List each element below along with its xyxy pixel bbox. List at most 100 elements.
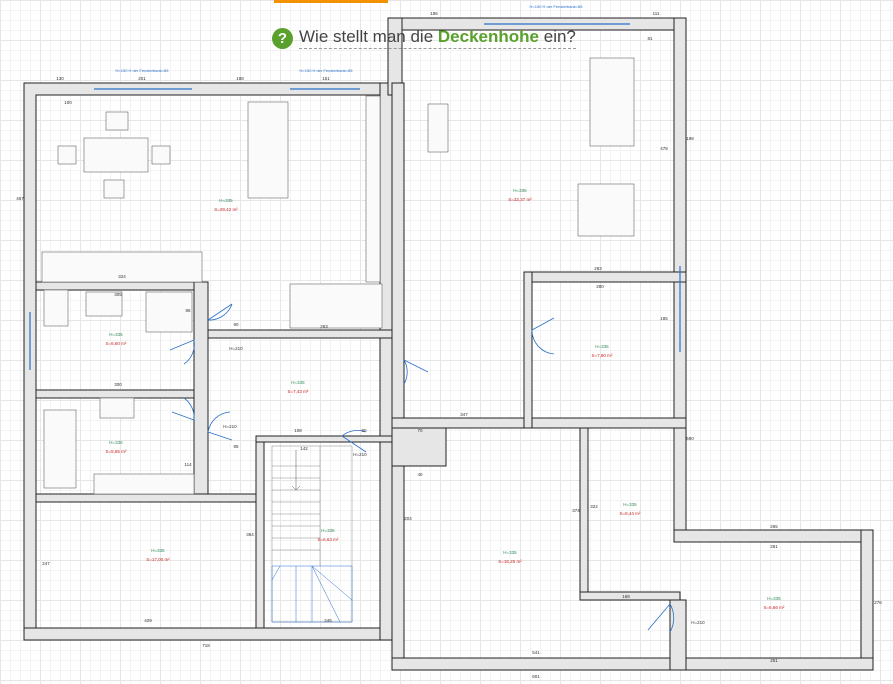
dim-label: 168 [622, 594, 630, 599]
chair [103, 179, 125, 199]
chair [105, 111, 129, 131]
question-mark-icon[interactable]: ? [272, 27, 293, 49]
svg-text:S=8,44 m²: S=8,44 m² [620, 511, 641, 516]
dim-label: 130 [56, 76, 64, 81]
dim-label: 601 [532, 674, 540, 679]
dim-label: 142 [300, 446, 308, 451]
svg-text:S=16,25 m²: S=16,25 m² [498, 559, 522, 564]
svg-text:S=17,00 m²: S=17,00 m² [146, 557, 170, 562]
dim-label: 201 [138, 76, 146, 81]
door-height-label: H=210 [229, 346, 243, 351]
room-bedroom[interactable]: H=335 S=17,00 m² [146, 548, 170, 562]
dim-label: 247 [42, 561, 50, 566]
svg-text:S=33,37 m²: S=33,37 m² [508, 197, 532, 202]
help-keyword: Deckenhohe [437, 27, 539, 46]
help-link[interactable]: Wie stellt man die Deckenhohe ein? [299, 27, 576, 49]
dining-table [83, 137, 149, 173]
mid-wall-right [391, 82, 405, 671]
shaft [391, 427, 447, 467]
window-label: H=150 H der Fensterbank=85 [300, 68, 354, 73]
room-storage[interactable]: H=335 S=8,44 m² [620, 502, 641, 516]
weight-bench [589, 57, 635, 147]
svg-text:H=335: H=335 [513, 188, 527, 193]
svg-text:S=7,90 m²: S=7,90 m² [592, 353, 613, 358]
room-stairs[interactable]: H=335 S=6,63 m² [318, 528, 339, 542]
dim-label: 245 [324, 618, 332, 623]
dim-label: 305 [114, 292, 122, 297]
room-west-wall [523, 271, 533, 429]
room-living[interactable]: H=335 S=29,42 m² [214, 198, 238, 212]
hall-north-wall [207, 329, 393, 339]
cross-wall [391, 417, 687, 429]
dim-label: 718 [202, 643, 210, 648]
exercise-machine [577, 183, 635, 237]
svg-text:S=6,66 m²: S=6,66 m² [764, 605, 785, 610]
svg-text:H=335: H=335 [219, 198, 233, 203]
dim-label: 347 [460, 412, 468, 417]
dim-label: 541 [532, 650, 540, 655]
room-hall[interactable]: H=335 S=7,43 m² [288, 380, 309, 394]
chair [57, 145, 77, 165]
dim-label: 467 [16, 196, 24, 201]
dim-label: 186 [430, 11, 438, 16]
south-wall-right [391, 657, 874, 671]
room-bath2[interactable]: H=335 S=5,65 m² [106, 440, 127, 454]
bed [289, 283, 383, 329]
dim-label: 151 [322, 76, 330, 81]
dim-label: 40 [417, 472, 423, 477]
walls [23, 17, 874, 671]
room-big[interactable]: H=335 S=16,25 m² [498, 550, 522, 564]
dim-label: 590 [686, 436, 694, 441]
svg-text:H=335: H=335 [503, 550, 517, 555]
dim-label: 204 [404, 516, 412, 521]
dimension-labels: 130 201 188 151 186 111 100 81 478 283 2… [16, 11, 882, 679]
room-north-wall [523, 271, 687, 283]
dim-label: 185 [660, 316, 668, 321]
annex-east-wall [860, 529, 874, 671]
dim-label: 322 [590, 504, 598, 509]
floor-plan[interactable]: H=335 S=29,42 m² H=335 S=33,37 m² H=335 … [0, 0, 893, 684]
stairs [271, 445, 353, 623]
svg-text:H=335: H=335 [321, 528, 335, 533]
kitchen-cabinet [365, 95, 381, 283]
help-text-end: ein? [543, 27, 576, 46]
dim-label: 70 [417, 428, 423, 433]
dim-label: 281 [770, 544, 778, 549]
dim-label: 300 [114, 382, 122, 387]
svg-text:S=6,60 m²: S=6,60 m² [106, 341, 127, 346]
storage-west-wall [579, 427, 589, 601]
svg-text:H=335: H=335 [291, 380, 305, 385]
room-annex[interactable]: H=335 S=6,66 m² [764, 596, 785, 610]
door-height-label: H=210 [223, 424, 237, 429]
stair-north-wall [255, 435, 393, 443]
dim-label: 429 [144, 618, 152, 623]
door-room [531, 317, 555, 355]
window-label: H=150 H der Fensterbank=85 [530, 4, 584, 9]
room-gym[interactable]: H=335 S=33,37 m² [508, 188, 532, 202]
bath-divider-wall [35, 389, 209, 399]
svg-text:S=5,65 m²: S=5,65 m² [106, 449, 127, 454]
dim-label: 86 [185, 308, 191, 313]
svg-text:S=7,43 m²: S=7,43 m² [288, 389, 309, 394]
dim-label: 364 [246, 532, 254, 537]
door-gym [403, 359, 429, 385]
dim-label: 90 [233, 322, 239, 327]
room-bath1[interactable]: H=335 S=6,60 m² [106, 332, 127, 346]
dim-label: 374 [572, 508, 580, 513]
dim-label: 81 [647, 36, 653, 41]
exercise-bike [427, 103, 449, 153]
washer [43, 409, 77, 489]
dim-label: 324 [118, 274, 126, 279]
svg-text:H=335: H=335 [767, 596, 781, 601]
svg-text:S=29,42 m²: S=29,42 m² [214, 207, 238, 212]
room-small[interactable]: H=335 S=7,90 m² [592, 344, 613, 358]
dim-label: 265 [770, 524, 778, 529]
stair-west-wall [255, 435, 265, 629]
dim-label: 111 [653, 11, 660, 16]
bath1-north-wall [35, 281, 209, 291]
svg-text:S=6,63 m²: S=6,63 m² [318, 537, 339, 542]
dim-label: 198 [686, 136, 694, 141]
door-height-label: H=210 [353, 452, 367, 457]
svg-text:H=335: H=335 [109, 332, 123, 337]
help-hint[interactable]: ? Wie stellt man die Deckenhohe ein? [272, 25, 576, 51]
